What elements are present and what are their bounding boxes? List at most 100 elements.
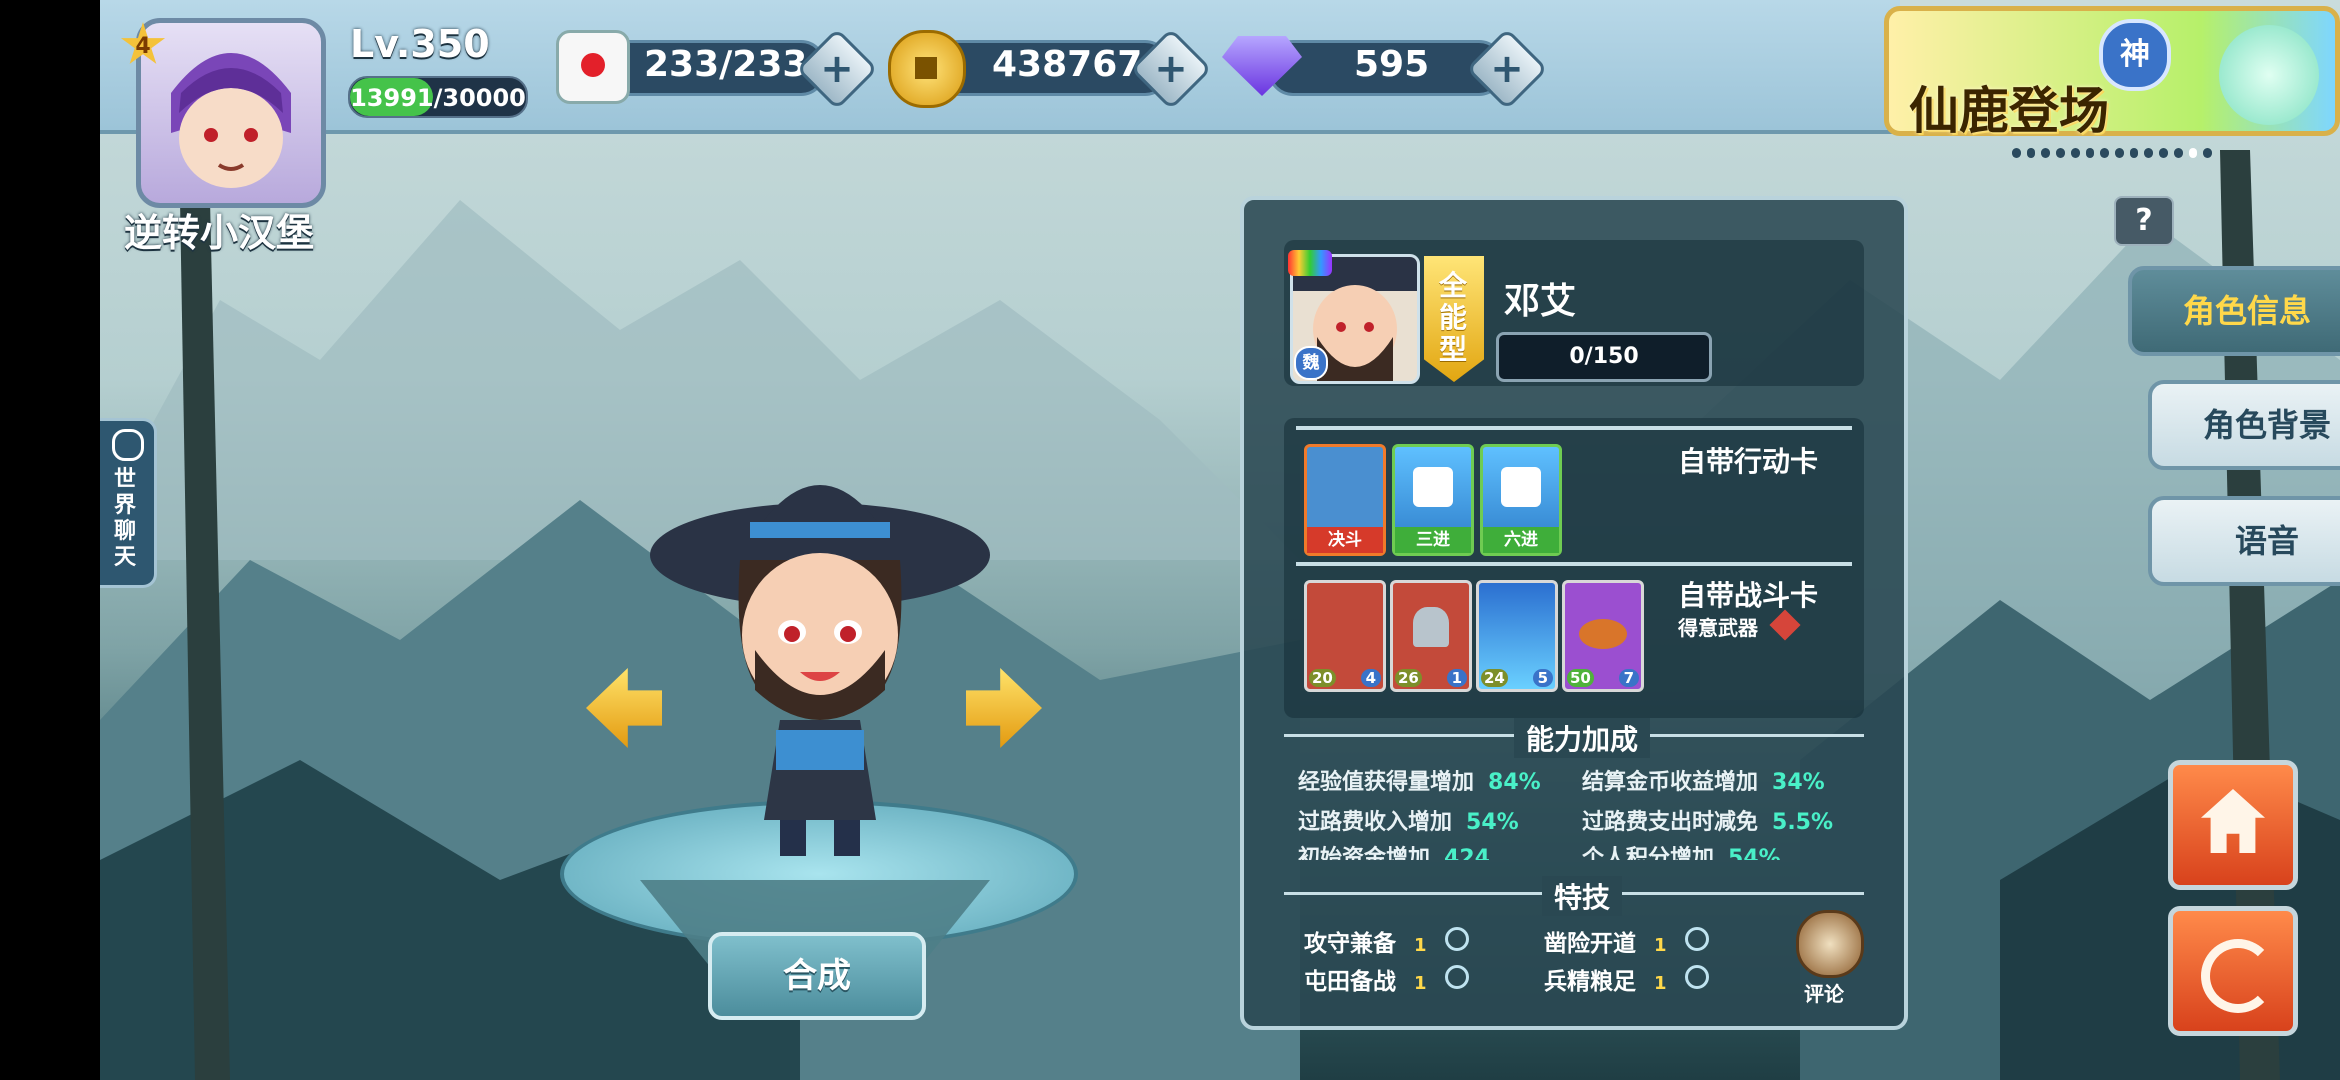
player-level: Lv.350: [350, 22, 490, 66]
battle-card-num: 5: [1532, 669, 1553, 687]
comment-label: 评论: [1804, 982, 1844, 1006]
scene-background: [100, 0, 2340, 1080]
ability-item: 结算金币收益增加 34%: [1582, 764, 1825, 796]
dice-card-icon: [1501, 467, 1541, 507]
battle-card-num: 7: [1618, 669, 1639, 687]
skill-level-badge: 1: [1414, 935, 1427, 956]
text-label: 兵精粮足: [1544, 969, 1636, 995]
character-info-panel: 魏 全能型 邓艾 0/150 自带行动卡 决斗 三进 六进 自带战斗卡 得意武器…: [1240, 196, 1908, 1030]
text-label: 经验值获得量增加: [1298, 770, 1475, 795]
character-deng-ai[interactable]: [640, 440, 1000, 860]
tab-character-info[interactable]: 角色信息: [2128, 266, 2340, 356]
character-name: 邓艾: [1504, 281, 1577, 322]
synthesize-button[interactable]: 合成: [708, 932, 926, 1020]
ability-value: 34%: [1772, 770, 1825, 795]
axe-icon: [1413, 607, 1449, 647]
chat-label: 世界聊天: [114, 467, 137, 570]
home-button[interactable]: [2168, 760, 2298, 890]
event-banner[interactable]: 仙鹿登场 神: [1884, 6, 2340, 140]
banner-god-badge: 神: [2099, 19, 2171, 91]
abilities-scroll-clip: 初始资金增加 424 个人积分增加 54%: [1244, 840, 1904, 860]
roast-food-icon: [1579, 619, 1627, 649]
help-button[interactable]: ?: [2114, 196, 2174, 246]
battle-card-cost: 24: [1481, 669, 1508, 687]
battle-card-1[interactable]: 20 4: [1304, 580, 1386, 692]
ability-value: 424: [1444, 846, 1490, 860]
faction-badge: 魏: [1294, 346, 1328, 380]
battle-card-3[interactable]: 24 5: [1476, 580, 1558, 692]
magnifier-icon: [1444, 965, 1469, 989]
dice-card-icon: [1413, 467, 1453, 507]
text-label: 个人积分增加: [1582, 846, 1715, 860]
ability-item: 个人积分增加 54%: [1582, 840, 1781, 860]
comment-button[interactable]: 评论: [1788, 910, 1868, 1010]
tab-voice[interactable]: 语音: [2148, 496, 2340, 586]
battle-cards-title: 自带战斗卡: [1678, 579, 1819, 612]
battle-card-2[interactable]: 26 1: [1390, 580, 1472, 692]
ability-value: 84%: [1488, 770, 1541, 795]
text-label: 过路费收入增加: [1298, 810, 1453, 835]
battle-cards-divider: [1296, 562, 1852, 566]
gold-count: 438767: [992, 44, 1143, 85]
banner-page-dots: [2012, 148, 2213, 160]
player-avatar[interactable]: [136, 18, 326, 208]
text-label: 结算金币收益增加: [1582, 770, 1759, 795]
chat-icon: [112, 429, 144, 461]
rainbow-rarity-icon: [1288, 250, 1332, 276]
ability-item: 初始资金增加 424: [1298, 840, 1490, 860]
battle-card-cost: 20: [1309, 669, 1336, 687]
battle-card-cost: 26: [1395, 669, 1422, 687]
back-button[interactable]: [2168, 906, 2298, 1036]
mountain-landscape: [100, 150, 2340, 1080]
skill-item[interactable]: 攻守兼备 1: [1304, 924, 1469, 958]
home-icon: [2201, 789, 2265, 853]
exp-text: 13991/30000: [350, 84, 526, 112]
text-label: 凿险开道: [1544, 931, 1636, 957]
gold-coin-icon: [888, 30, 966, 108]
dice-icon: [556, 30, 630, 104]
action-card-duel[interactable]: 决斗: [1304, 444, 1386, 556]
ability-value: 5.5%: [1772, 810, 1834, 835]
skill-level-badge: 1: [1414, 973, 1427, 994]
gong-icon: [1796, 910, 1864, 978]
character-progress-bar: 0/150: [1496, 332, 1712, 382]
magnifier-icon: [1684, 965, 1709, 989]
action-cards-title: 自带行动卡: [1678, 445, 1819, 478]
battle-card-num: 1: [1446, 669, 1467, 687]
synthesize-label: 合成: [783, 956, 851, 996]
skill-level-badge: 1: [1654, 935, 1667, 956]
deer-icon: [2219, 25, 2319, 125]
abilities-title: 能力加成: [1514, 718, 1651, 758]
skills-title: 特技: [1542, 876, 1623, 916]
battle-card-num: 4: [1360, 669, 1381, 687]
battle-card-cost: 50: [1567, 669, 1594, 687]
ability-item: 经验值获得量增加 84%: [1298, 764, 1541, 796]
skill-item[interactable]: 凿险开道 1: [1544, 924, 1709, 958]
world-chat-button[interactable]: 世界聊天: [100, 418, 157, 588]
gems-count: 595: [1354, 44, 1430, 85]
battle-card-4[interactable]: 50 7: [1562, 580, 1644, 692]
tab-character-background[interactable]: 角色背景: [2148, 380, 2340, 470]
skill-item[interactable]: 兵精粮足 1: [1544, 962, 1709, 996]
skill-level-badge: 1: [1654, 973, 1667, 994]
action-card-three-step[interactable]: 三进: [1392, 444, 1474, 556]
magnifier-icon: [1444, 927, 1469, 951]
text-label: 过路费支出时减免: [1582, 810, 1759, 835]
magnifier-icon: [1684, 927, 1709, 951]
avatar-face-icon: [171, 53, 291, 188]
text-label: 攻守兼备: [1304, 931, 1396, 957]
exp-bar: 13991/30000: [348, 76, 528, 118]
dice-count: 233/233: [644, 44, 808, 85]
player-name: 逆转小汉堡: [124, 211, 315, 255]
ability-item: 过路费支出时减免 5.5%: [1582, 804, 1833, 836]
favorite-weapon-label: 得意武器: [1678, 616, 1758, 640]
action-cards-divider: [1296, 426, 1852, 430]
back-arrow-icon: [2201, 939, 2275, 1013]
ability-value: 54%: [1728, 846, 1781, 860]
text-label: 屯田备战: [1304, 969, 1396, 995]
action-card-six-step[interactable]: 六进: [1480, 444, 1562, 556]
ability-value: 54%: [1466, 810, 1519, 835]
progress-text: 0/150: [1569, 344, 1639, 369]
skill-item[interactable]: 屯田备战 1: [1304, 962, 1469, 996]
character-type-badge: 全能型: [1424, 256, 1484, 382]
